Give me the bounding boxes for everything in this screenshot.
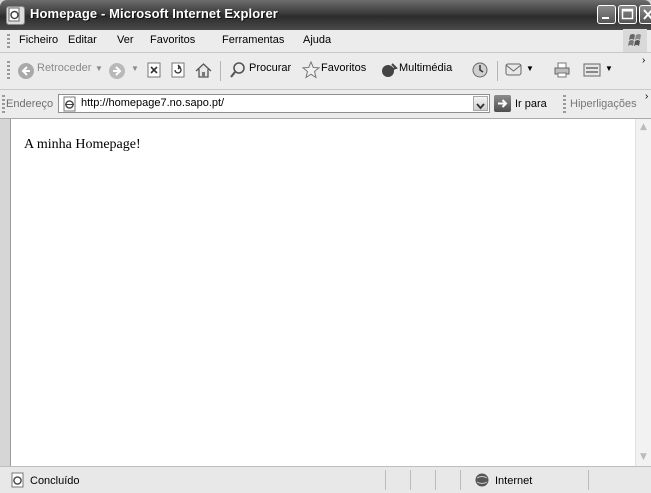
refresh-icon[interactable]	[170, 62, 187, 79]
address-grip[interactable]	[2, 95, 5, 113]
search-icon[interactable]	[229, 61, 247, 79]
print-icon[interactable]	[553, 61, 571, 79]
menu-editar[interactable]: Editar	[68, 34, 97, 46]
menu-ficheiro[interactable]: Ficheiro	[19, 34, 58, 46]
history-icon[interactable]	[471, 61, 489, 79]
stop-icon[interactable]	[146, 62, 163, 79]
status-pane-divider	[435, 470, 436, 490]
address-url: http://homepage7.no.sapo.pt/	[81, 97, 225, 109]
status-bar: Concluído Internet	[0, 466, 651, 493]
edit-dropdown-icon[interactable]: ▼	[605, 64, 613, 73]
address-bar: Endereço http://homepage7.no.sapo.pt/ Ir…	[0, 90, 651, 119]
home-icon[interactable]	[194, 61, 213, 80]
menu-favoritos[interactable]: Favoritos	[150, 34, 195, 46]
minimize-button[interactable]	[597, 5, 616, 24]
windows-logo-icon	[623, 29, 647, 52]
links-button[interactable]: Hiperligações	[570, 98, 637, 110]
forward-arrow-icon[interactable]	[108, 62, 126, 80]
forward-dropdown-icon[interactable]: ▼	[131, 64, 139, 73]
ie-page-icon	[6, 6, 25, 25]
browser-window: Homepage - Microsoft Internet Explorer F…	[0, 0, 651, 493]
close-button[interactable]	[639, 5, 651, 24]
go-arrow-icon[interactable]	[494, 95, 511, 112]
media-icon[interactable]	[380, 62, 398, 79]
status-pane-divider	[410, 470, 411, 490]
back-button[interactable]: Retroceder	[37, 62, 91, 74]
mail-icon[interactable]	[505, 62, 525, 78]
menu-bar: Ficheiro Editar Ver Favoritos Ferramenta…	[0, 29, 651, 53]
toolbar-overflow-chevron-icon[interactable]: ›	[642, 55, 645, 66]
toolbar-grip[interactable]	[7, 61, 10, 81]
status-pane-divider	[588, 470, 589, 490]
scroll-down-icon[interactable]: ▼	[636, 450, 651, 465]
address-dropdown-button[interactable]	[473, 96, 488, 111]
favorites-button[interactable]: Favoritos	[321, 62, 366, 74]
page-icon	[63, 96, 76, 112]
go-button[interactable]: Ir para	[515, 98, 547, 110]
security-zone: Internet	[495, 475, 533, 487]
favorites-star-icon[interactable]	[302, 61, 320, 79]
vertical-scrollbar[interactable]: ▲ ▼	[635, 119, 651, 466]
links-grip[interactable]	[563, 95, 566, 113]
address-label: Endereço	[6, 98, 54, 110]
menu-ajuda[interactable]: Ajuda	[303, 34, 331, 46]
title-bar[interactable]: Homepage - Microsoft Internet Explorer	[0, 0, 651, 30]
mail-dropdown-icon[interactable]: ▼	[526, 64, 534, 73]
left-frame-border	[0, 119, 10, 466]
edit-icon[interactable]	[583, 61, 603, 79]
media-button[interactable]: Multimédia	[399, 62, 452, 74]
menu-ferramentas[interactable]: Ferramentas	[222, 34, 284, 46]
links-overflow-chevron-icon[interactable]: ›	[645, 91, 648, 102]
internet-globe-icon	[475, 473, 489, 487]
back-arrow-icon[interactable]	[17, 62, 35, 80]
status-text: Concluído	[30, 475, 80, 487]
standard-toolbar: Retroceder ▼ ▼ Procurar Favoritos Multim…	[0, 53, 651, 90]
maximize-button[interactable]	[618, 5, 637, 24]
toolbar-separator-2	[497, 61, 498, 81]
status-pane-divider	[385, 470, 386, 490]
address-input[interactable]: http://homepage7.no.sapo.pt/	[58, 94, 490, 113]
page-content: A minha Homepage!	[10, 119, 636, 466]
status-page-icon	[11, 472, 24, 488]
menu-ver[interactable]: Ver	[117, 34, 134, 46]
menu-grip[interactable]	[7, 34, 10, 49]
window-title: Homepage - Microsoft Internet Explorer	[30, 6, 278, 21]
search-button[interactable]: Procurar	[249, 62, 291, 74]
page-text: A minha Homepage!	[24, 137, 141, 152]
status-pane-divider	[460, 470, 461, 490]
back-dropdown-icon[interactable]: ▼	[95, 64, 103, 73]
toolbar-separator	[220, 61, 221, 81]
scroll-up-icon[interactable]: ▲	[636, 120, 651, 135]
